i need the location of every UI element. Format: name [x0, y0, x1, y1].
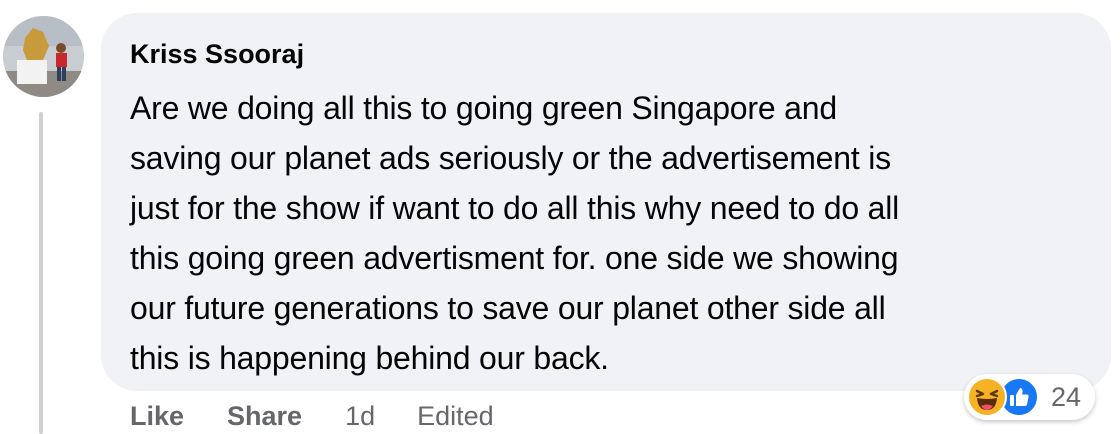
avatar[interactable] — [3, 16, 84, 97]
avatar-photo — [3, 16, 84, 97]
like-button[interactable]: Like — [130, 401, 184, 432]
share-button[interactable]: Share — [227, 401, 302, 432]
haha-icon — [967, 377, 1007, 417]
comment-text: Are we doing all this to going green Sin… — [130, 83, 1071, 383]
edited-label[interactable]: Edited — [417, 401, 494, 432]
comment-actions: Like Share 1d Edited — [130, 399, 494, 433]
thread-line — [39, 112, 43, 434]
comment-bubble: Kriss Ssooraj Are we doing all this to g… — [101, 13, 1111, 391]
comment-text-line: Are we doing all this to going green Sin… — [130, 90, 837, 126]
reaction-count: 24 — [1051, 381, 1082, 412]
comment-text-line: this going green advertisment for. one s… — [130, 240, 899, 276]
comment-text-line: saving our planet ads seriously or the a… — [130, 140, 891, 176]
comment-text-line: just for the show if want to do all this… — [130, 190, 900, 226]
comment-text-line: our future generations to save our plane… — [130, 290, 886, 326]
timestamp[interactable]: 1d — [345, 401, 375, 432]
reactions-summary[interactable]: 24 — [964, 374, 1096, 420]
comment-author[interactable]: Kriss Ssooraj — [130, 37, 1071, 71]
comment-text-line: this is happening behind our back. — [130, 340, 609, 376]
